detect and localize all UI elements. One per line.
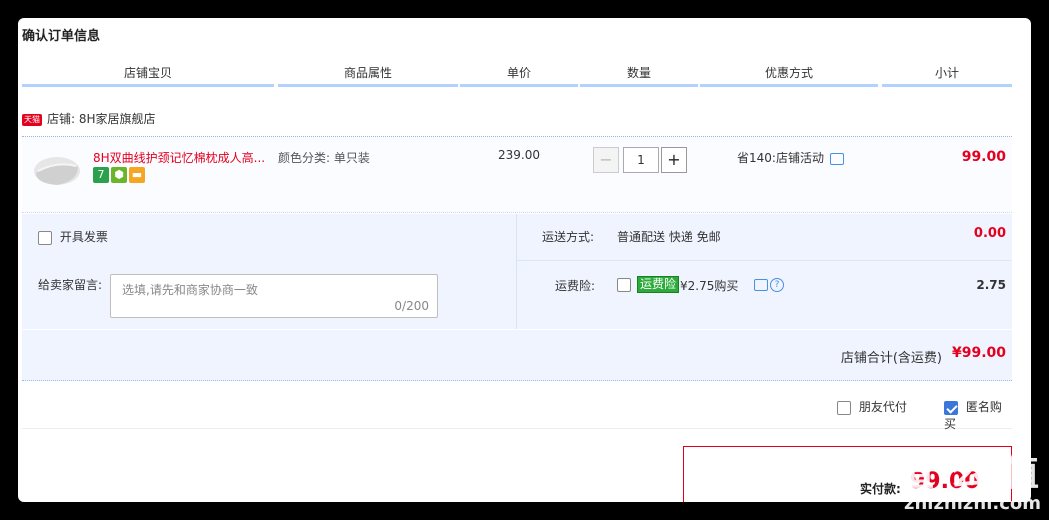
shipping-price: 0.00 xyxy=(973,226,1006,241)
payment-options: 朋友代付 匿名购买 xyxy=(22,382,1012,432)
insurance-icons: ? xyxy=(748,277,784,292)
options-divider xyxy=(516,214,517,329)
page-title: 确认订单信息 xyxy=(22,29,101,44)
shop-name[interactable]: 店铺: 8H家居旗舰店 xyxy=(47,112,156,126)
seven-day-return-icon[interactable]: 7 xyxy=(93,167,109,183)
shipping-label: 运送方式: xyxy=(542,230,595,244)
insurance-price-text: ¥2.75购买 xyxy=(680,279,739,293)
anonymous-option[interactable]: 匿名购买 xyxy=(944,398,1012,432)
insurance-price: 2.75 xyxy=(976,278,1006,292)
unit-price: 239.00 xyxy=(498,148,540,162)
shop-total-label: 店铺合计(含运费) xyxy=(840,351,942,366)
item-subtotal: 99.00 xyxy=(961,149,1006,165)
shipping-method: 普通配送 快递 免邮 xyxy=(617,230,721,244)
insurance-label: 运费险: xyxy=(555,279,596,293)
shop-total-row: 店铺合计(含运费) ¥99.00 xyxy=(22,330,1012,381)
product-name-link[interactable]: 8H双曲线护颈记忆棉枕成人高... xyxy=(93,149,273,166)
increase-button[interactable]: + xyxy=(661,147,687,173)
guarantee-icon[interactable]: ⬢ xyxy=(111,167,127,183)
watermark-url: zhizhizhi.com xyxy=(903,493,1041,514)
product-attribute: 颜色分类: 单只装 xyxy=(278,151,370,165)
remark-char-count: 0/200 xyxy=(394,299,429,313)
invoice-option[interactable]: 开具发票 xyxy=(38,228,108,245)
col-promotion: 优惠方式 xyxy=(700,62,878,87)
actual-payment-label: 实付款: xyxy=(860,482,901,496)
remark-label: 给卖家留言: xyxy=(38,278,103,292)
column-header: 店铺宝贝 商品属性 单价 数量 优惠方式 小计 xyxy=(22,62,1012,87)
options-divider-right xyxy=(517,260,1012,261)
order-panel: 确认订单信息 店铺宝贝 商品属性 单价 数量 优惠方式 小计 天猫 店铺: 8H家… xyxy=(18,18,1031,502)
tmall-logo: 天猫 xyxy=(22,113,42,126)
watermark: 值 么 值 zhizhizhi.com xyxy=(898,454,1041,514)
shop-row: 天猫 店铺: 8H家居旗舰店 xyxy=(22,110,156,128)
watermark-logo: 值 么 值 xyxy=(897,453,1041,494)
col-quantity: 数量 xyxy=(580,62,698,87)
chat-icon[interactable] xyxy=(754,278,768,291)
insurance-checkbox[interactable] xyxy=(617,278,631,292)
remark-placeholder: 选填,请先和商家协商一致 xyxy=(122,283,258,297)
insurance-tag: 运费险 xyxy=(637,276,680,293)
help-icon[interactable]: ? xyxy=(770,277,784,292)
friend-pay-label: 朋友代付 xyxy=(858,400,907,414)
service-badges: 7 ⬢ ▬ xyxy=(93,167,147,183)
friend-pay-option[interactable]: 朋友代付 xyxy=(837,398,907,415)
col-shop-item: 店铺宝贝 xyxy=(22,62,274,87)
col-subtotal: 小计 xyxy=(882,62,1012,87)
friend-pay-checkbox[interactable] xyxy=(837,400,851,415)
invoice-label: 开具发票 xyxy=(59,230,108,244)
remark-textarea[interactable]: 选填,请先和商家协商一致 0/200 xyxy=(110,274,438,318)
order-options: 开具发票 给卖家留言: 选填,请先和商家协商一致 0/200 运送方式: 普通配… xyxy=(22,214,1012,329)
chat-icon[interactable] xyxy=(829,152,844,165)
quantity-input[interactable]: 1 xyxy=(623,147,659,173)
shop-total-value: ¥99.00 xyxy=(951,345,1006,361)
anonymous-checkbox[interactable] xyxy=(944,400,958,415)
invoice-checkbox[interactable] xyxy=(38,230,52,245)
decrease-button[interactable]: − xyxy=(593,147,619,173)
promotion: 省140:店铺活动 xyxy=(737,149,844,166)
promotion-text: 省140:店铺活动 xyxy=(737,151,824,165)
pillow-thumbnail[interactable] xyxy=(32,151,82,191)
card-icon[interactable]: ▬ xyxy=(129,167,145,183)
col-unit-price: 单价 xyxy=(460,62,578,87)
item-row: 8H双曲线护颈记忆棉枕成人高... 7 ⬢ ▬ 颜色分类: 单只装 239.00 −… xyxy=(22,136,1012,213)
col-attribute: 商品属性 xyxy=(278,62,458,87)
